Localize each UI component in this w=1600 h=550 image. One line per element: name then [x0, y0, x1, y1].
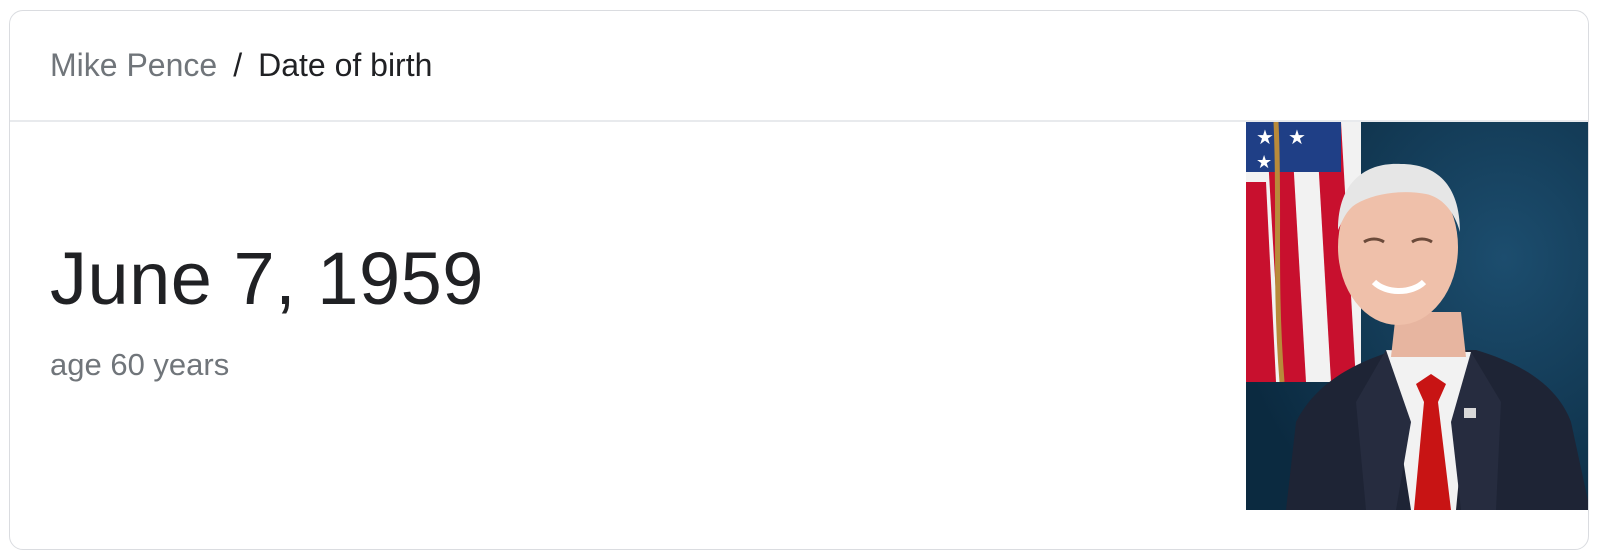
portrait-photo[interactable]: ★ ★ ★	[1246, 122, 1588, 510]
svg-text:★: ★	[1256, 125, 1274, 149]
breadcrumb-entity-link[interactable]: Mike Pence	[50, 47, 217, 84]
age-subtitle: age 60 years	[50, 347, 230, 382]
svg-text:★: ★	[1288, 125, 1306, 149]
card-body: June 7, 1959 age 60 years ★ ★ ★	[10, 122, 1588, 549]
breadcrumb: Mike Pence / Date of birth	[10, 11, 1588, 122]
portrait-illustration: ★ ★ ★	[1246, 122, 1588, 510]
svg-text:★: ★	[1256, 152, 1272, 173]
breadcrumb-separator: /	[233, 47, 243, 83]
knowledge-card: Mike Pence / Date of birth June 7, 1959 …	[9, 10, 1589, 550]
birth-date-answer: June 7, 1959	[50, 237, 484, 320]
breadcrumb-attribute: Date of birth	[258, 47, 433, 83]
